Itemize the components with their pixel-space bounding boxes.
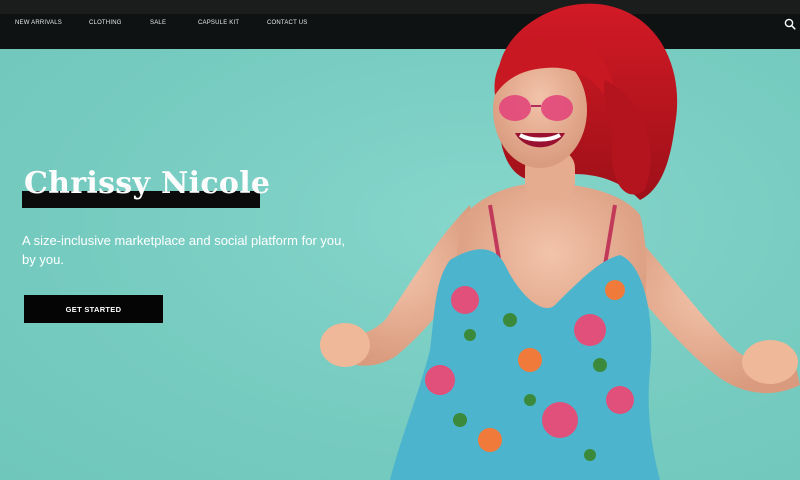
get-started-button[interactable]: GET STARTED — [24, 295, 163, 323]
hero-title: Chrissy Nicole — [24, 166, 271, 201]
nav-item-clothing[interactable]: CLOTHING — [89, 20, 122, 26]
hero-subtitle: A size-inclusive marketplace and social … — [22, 233, 345, 267]
nav-item-sale[interactable]: SALE — [150, 20, 166, 26]
nav-item-capsule-kit[interactable]: CAPSULE KIT — [198, 20, 239, 26]
hero-model-photo — [320, 3, 800, 480]
nav-item-new-arrivals[interactable]: NEW ARRIVALS — [15, 20, 62, 26]
